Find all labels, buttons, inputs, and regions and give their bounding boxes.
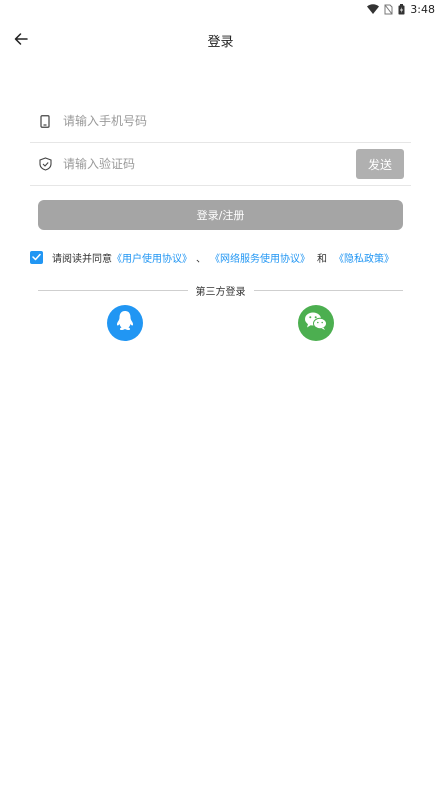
third-party-divider: 第三方登录 [38, 283, 403, 298]
battery-icon [398, 3, 405, 15]
code-input[interactable] [63, 149, 356, 179]
network-agreement-link[interactable]: 《网络服务使用协议》 [210, 250, 310, 265]
code-row: 发送 [30, 143, 411, 186]
phone-icon [37, 113, 53, 129]
send-code-button[interactable]: 发送 [356, 149, 404, 179]
phone-input[interactable] [63, 106, 411, 136]
page-title: 登录 [207, 35, 234, 50]
login-register-button[interactable]: 登录/注册 [38, 200, 403, 230]
agreement-prefix: 请阅读并同意 [52, 253, 112, 265]
status-bar: 3:48 [0, 0, 441, 18]
agreement-checkbox[interactable] [30, 250, 43, 264]
wechat-login-button[interactable] [298, 305, 334, 341]
phone-row [30, 100, 411, 143]
status-time: 3:48 [410, 2, 435, 16]
user-agreement-link[interactable]: 《用户使用协议》 [112, 250, 192, 265]
divider-line-left [38, 289, 188, 291]
agreement-separator: 、 [196, 253, 206, 265]
check-icon [32, 253, 41, 261]
shield-check-icon [37, 156, 53, 172]
qq-login-button[interactable] [107, 305, 143, 341]
third-party-label: 第三方登录 [195, 286, 246, 298]
divider-line-right [253, 289, 403, 291]
agreement-row: 请阅读并同意 《用户使用协议》 、 《网络服务使用协议》 和 《隐私政策》 [30, 248, 431, 266]
qq-icon [115, 310, 135, 336]
privacy-policy-link[interactable]: 《隐私政策》 [334, 250, 394, 265]
header: 登录 [0, 22, 441, 58]
wifi-icon [367, 4, 380, 14]
wechat-icon [304, 311, 328, 335]
no-sim-icon [384, 4, 393, 15]
agreement-and: 和 [317, 253, 327, 265]
